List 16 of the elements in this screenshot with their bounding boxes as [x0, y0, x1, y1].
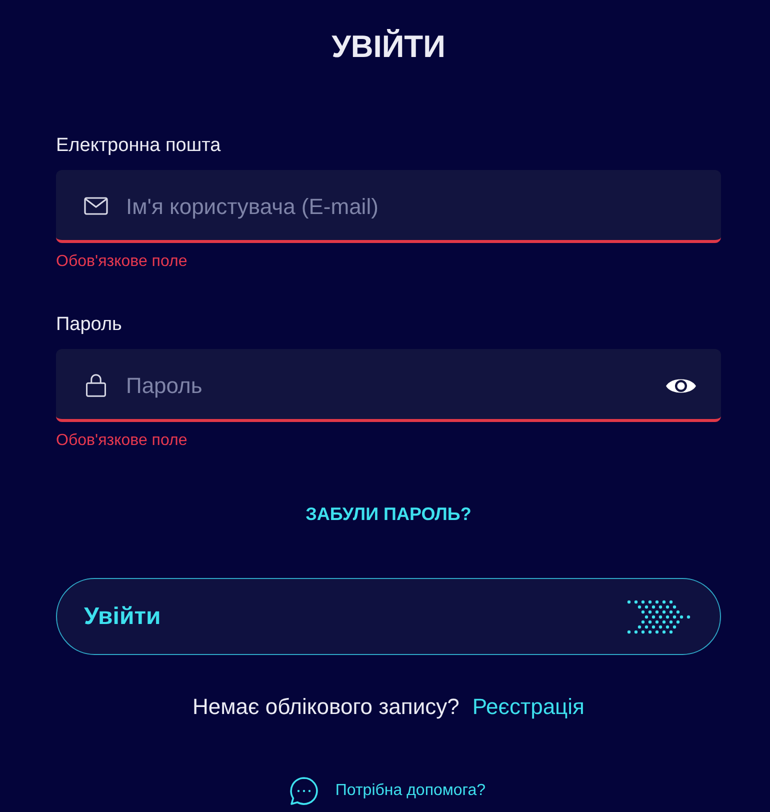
no-account-text: Немає облікового запису?: [192, 693, 460, 721]
field-label: Пароль: [56, 313, 122, 337]
register-link[interactable]: Реєстрація: [472, 693, 584, 721]
login-button[interactable]: Увійти: [56, 578, 721, 655]
field-label: Електронна пошта: [56, 134, 221, 158]
envelope-icon: [84, 194, 108, 218]
page-title: УВІЙТИ: [332, 28, 446, 66]
dotted-arrow-icon: [627, 600, 693, 634]
error-message: Обов'язкове поле: [56, 252, 188, 272]
error-message: Обов'язкове поле: [56, 431, 188, 451]
password-field[interactable]: Пароль: [56, 349, 721, 422]
forgot-password-link[interactable]: ЗАБУЛИ ПАРОЛЬ?: [306, 502, 472, 526]
lock-icon: [84, 373, 108, 397]
email-field[interactable]: Ім'я користувача (E-mail): [56, 170, 721, 243]
chat-bubble-icon[interactable]: [289, 776, 320, 806]
help-link[interactable]: Потрібна допомога?: [335, 781, 486, 801]
